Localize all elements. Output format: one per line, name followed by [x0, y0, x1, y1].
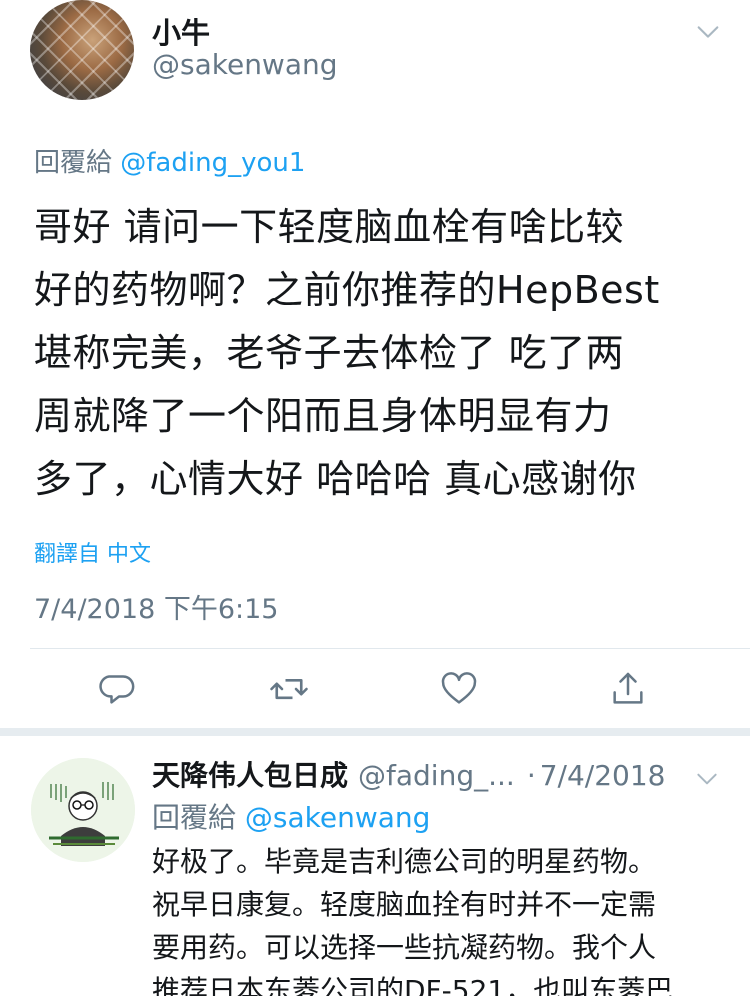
display-name[interactable]: 天降伟人包日成: [152, 759, 348, 792]
reply-to-label: 回覆給: [34, 148, 113, 178]
tweet-text-line: 要用药。可以选择一些抗凝药物。我个人: [152, 931, 657, 964]
reply-to-line: 回覆給 @sakenwang: [152, 796, 430, 836]
reply-to-mention[interactable]: @sakenwang: [245, 801, 431, 834]
tweet-text-line: 周就降了一个阳而且身体明显有力: [34, 394, 612, 438]
reply-tweet[interactable]: 天降伟人包日成 @fading_... · 7/4/2018 回覆給 @sakenwa…: [0, 736, 750, 996]
reply-button[interactable]: [98, 668, 140, 710]
retweet-button[interactable]: [268, 668, 310, 710]
share-button[interactable]: [607, 668, 649, 710]
translate-link[interactable]: 翻譯自 中文: [34, 536, 151, 568]
tweet-text-line: 堪称完美，老爷子去体检了 吃了两: [34, 331, 625, 375]
reply-header: 天降伟人包日成 @fading_... · 7/4/2018: [152, 754, 665, 794]
tweet-text-line: 多了，心情大好 哈哈哈 真心感谢你: [34, 457, 637, 501]
tweet-text: 哥好 请问一下轻度脑血栓有啥比较 好的药物啊？之前你推荐的HepBest 堪称完…: [34, 196, 724, 511]
tweet-text-line: 祝早日康复。轻度脑血拴有时并不一定需: [152, 888, 657, 921]
chevron-down-icon[interactable]: [694, 18, 722, 46]
tweet-separator: [0, 728, 750, 736]
reply-to-label: 回覆給: [152, 801, 237, 834]
tweet-date: 7/4/2018: [539, 759, 666, 792]
like-button[interactable]: [438, 668, 480, 710]
separator-dot: ·: [526, 759, 536, 792]
heart-icon: [441, 672, 477, 704]
avatar-illustration: [31, 758, 135, 862]
tweet-text: 好极了。毕竟是吉利德公司的明星药物。 祝早日康复。轻度脑血拴有时并不一定需 要用…: [152, 840, 722, 996]
tweet-text-line: 推荐日本东菱公司的DF-521，也叫东菱巴: [152, 974, 674, 996]
action-bar: [0, 650, 750, 728]
user-handle[interactable]: @fading_...: [358, 759, 515, 792]
divider: [30, 648, 750, 649]
tweet-text-line: 好极了。毕竟是吉利德公司的明星药物。: [152, 845, 657, 878]
display-name[interactable]: 小牛: [152, 10, 210, 52]
reply-icon: [99, 675, 135, 704]
avatar[interactable]: [31, 758, 135, 862]
main-tweet: 小牛 @sakenwang 回覆給 @fading_you1 哥好 请问一下轻度…: [0, 0, 750, 728]
reply-to-line: 回覆給 @fading_you1: [34, 142, 305, 179]
tweet-text-line: 好的药物啊？之前你推荐的HepBest: [34, 268, 660, 312]
reply-to-mention[interactable]: @fading_you1: [120, 148, 305, 178]
tweet-text-line: 哥好 请问一下轻度脑血栓有啥比较: [34, 205, 625, 249]
user-handle[interactable]: @sakenwang: [152, 48, 338, 81]
share-icon: [613, 672, 643, 704]
retweet-icon: [270, 678, 308, 700]
avatar[interactable]: [30, 0, 134, 100]
timestamp: 7/4/2018 下午6:15: [34, 594, 279, 625]
chevron-down-icon[interactable]: [694, 766, 720, 792]
